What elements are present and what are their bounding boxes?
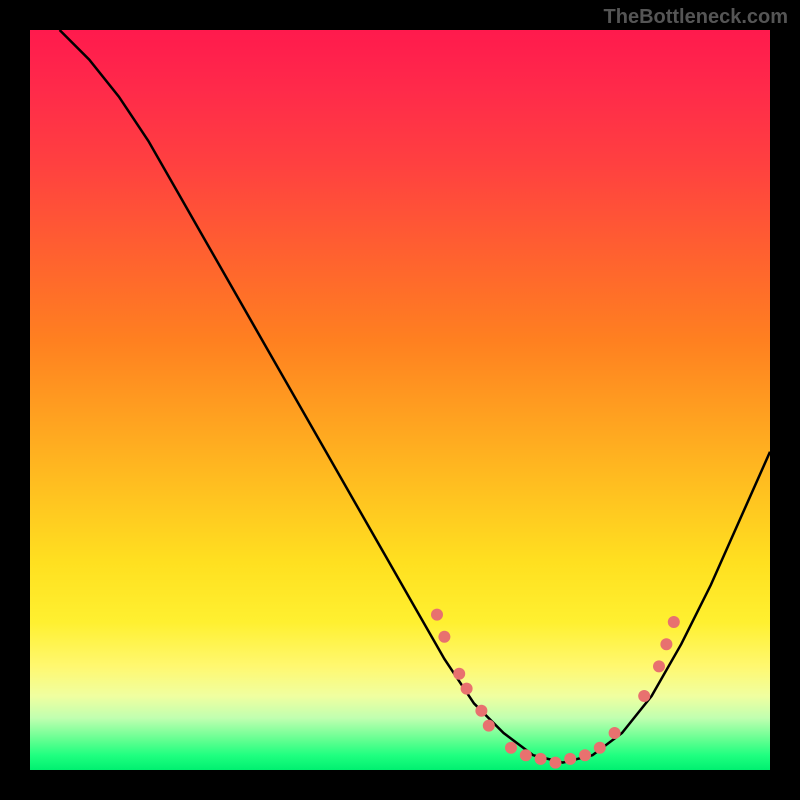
chart-plot-area	[30, 30, 770, 770]
data-point	[483, 720, 495, 732]
data-point	[520, 749, 532, 761]
data-point	[475, 705, 487, 717]
data-point	[564, 753, 576, 765]
data-point	[668, 616, 680, 628]
bottleneck-curve	[60, 30, 770, 763]
data-point	[431, 609, 443, 621]
data-point	[579, 749, 591, 761]
chart-svg	[30, 30, 770, 770]
data-point	[653, 660, 665, 672]
data-point	[549, 757, 561, 769]
data-point	[638, 690, 650, 702]
data-point	[438, 631, 450, 643]
data-point	[609, 727, 621, 739]
data-point	[594, 742, 606, 754]
data-point	[535, 753, 547, 765]
data-point	[660, 638, 672, 650]
data-points-group	[431, 609, 680, 769]
data-point	[461, 683, 473, 695]
watermark-text: TheBottleneck.com	[604, 6, 788, 29]
data-point	[505, 742, 517, 754]
data-point	[453, 668, 465, 680]
